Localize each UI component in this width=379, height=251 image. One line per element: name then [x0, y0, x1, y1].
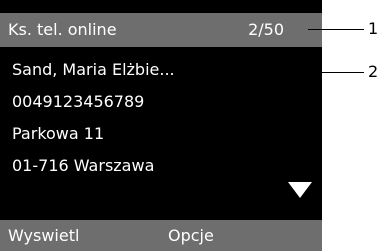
directory-title: Ks. tel. online [8, 20, 117, 39]
callout-label-1: 1 [368, 19, 379, 38]
callout-line-1 [308, 29, 364, 30]
entry-details[interactable]: Sand, Maria Elżbie... 0049123456789 Park… [0, 47, 322, 220]
callout-label-2: 2 [368, 62, 379, 81]
options-softkey[interactable]: Opcje [168, 226, 214, 246]
entry-phone-number: 0049123456789 [12, 92, 145, 111]
callout-line-2 [308, 72, 364, 73]
phone-display: Ks. tel. online 2/50 Sand, Maria Elżbie.… [0, 0, 322, 251]
entry-name: Sand, Maria Elżbie... [12, 60, 175, 79]
entry-street: Parkowa 11 [12, 124, 105, 143]
entry-counter: 2/50 [248, 20, 284, 39]
view-softkey[interactable]: Wyswietl [8, 226, 79, 246]
header-bar: Ks. tel. online 2/50 [0, 13, 322, 47]
softkey-bar: Wyswietl Opcje [0, 220, 322, 251]
entry-city: 01-716 Warszawa [12, 156, 155, 175]
scroll-down-icon[interactable] [288, 182, 312, 198]
